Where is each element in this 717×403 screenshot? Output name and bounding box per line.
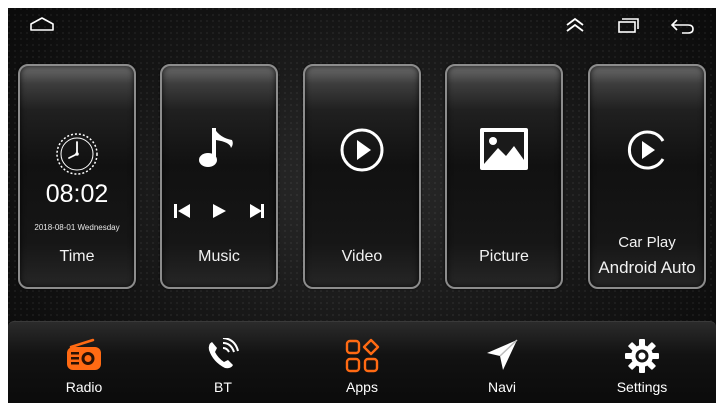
expand-up-icon[interactable] <box>561 14 589 36</box>
head-unit-screen: 08:02 2018-08-01 Wednesday Time Music Vi… <box>8 8 716 403</box>
apps-grid-icon <box>345 338 380 373</box>
bottom-dock: Radio BT Apps Navi Settings <box>8 321 716 403</box>
back-icon[interactable] <box>668 14 696 36</box>
tile-music[interactable]: Music <box>160 64 278 289</box>
tile-time-label: Time <box>59 248 95 265</box>
phone-bluetooth-icon <box>208 338 239 369</box>
tile-music-label: Music <box>198 248 240 265</box>
tile-picture-label: Picture <box>479 248 529 265</box>
music-controls <box>174 204 264 218</box>
dock-settings-label: Settings <box>616 379 668 395</box>
dock-navi[interactable]: Navi <box>447 322 557 403</box>
dock-navi-label: Navi <box>487 379 516 395</box>
clock-date: 2018-08-01 Wednesday <box>34 223 120 232</box>
play-icon[interactable] <box>213 204 226 218</box>
dock-bt-label: BT <box>214 379 232 395</box>
gear-icon <box>625 339 659 373</box>
play-circle-icon <box>340 128 384 172</box>
radio-icon <box>67 338 101 370</box>
dock-apps-label: Apps <box>346 379 378 395</box>
dock-radio-label: Radio <box>65 379 103 395</box>
next-icon[interactable] <box>250 204 264 218</box>
clock-time: 08:02 <box>45 180 109 208</box>
tile-video-label: Video <box>341 248 383 265</box>
navigation-arrow-icon <box>487 339 518 370</box>
dock-apps[interactable]: Apps <box>307 322 417 403</box>
tile-carplay-label-1: Car Play <box>618 234 676 251</box>
tile-time[interactable]: 08:02 2018-08-01 Wednesday Time <box>18 64 136 289</box>
previous-icon[interactable] <box>174 204 190 218</box>
tile-picture[interactable]: Picture <box>445 64 563 289</box>
dock-settings[interactable]: Settings <box>587 322 697 403</box>
dock-radio[interactable]: Radio <box>29 322 139 403</box>
music-note-icon <box>199 128 233 167</box>
clock-icon <box>56 133 98 175</box>
status-bar <box>8 8 716 44</box>
tile-carplay-label-2: Android Auto <box>598 258 696 277</box>
image-icon <box>480 128 528 170</box>
home-icon[interactable] <box>28 14 56 36</box>
recent-apps-icon[interactable] <box>614 14 642 36</box>
tile-carplay[interactable]: Car Play Android Auto <box>588 64 706 289</box>
tile-video[interactable]: Video <box>303 64 421 289</box>
dock-bt[interactable]: BT <box>168 322 278 403</box>
play-circle-icon <box>627 130 665 170</box>
